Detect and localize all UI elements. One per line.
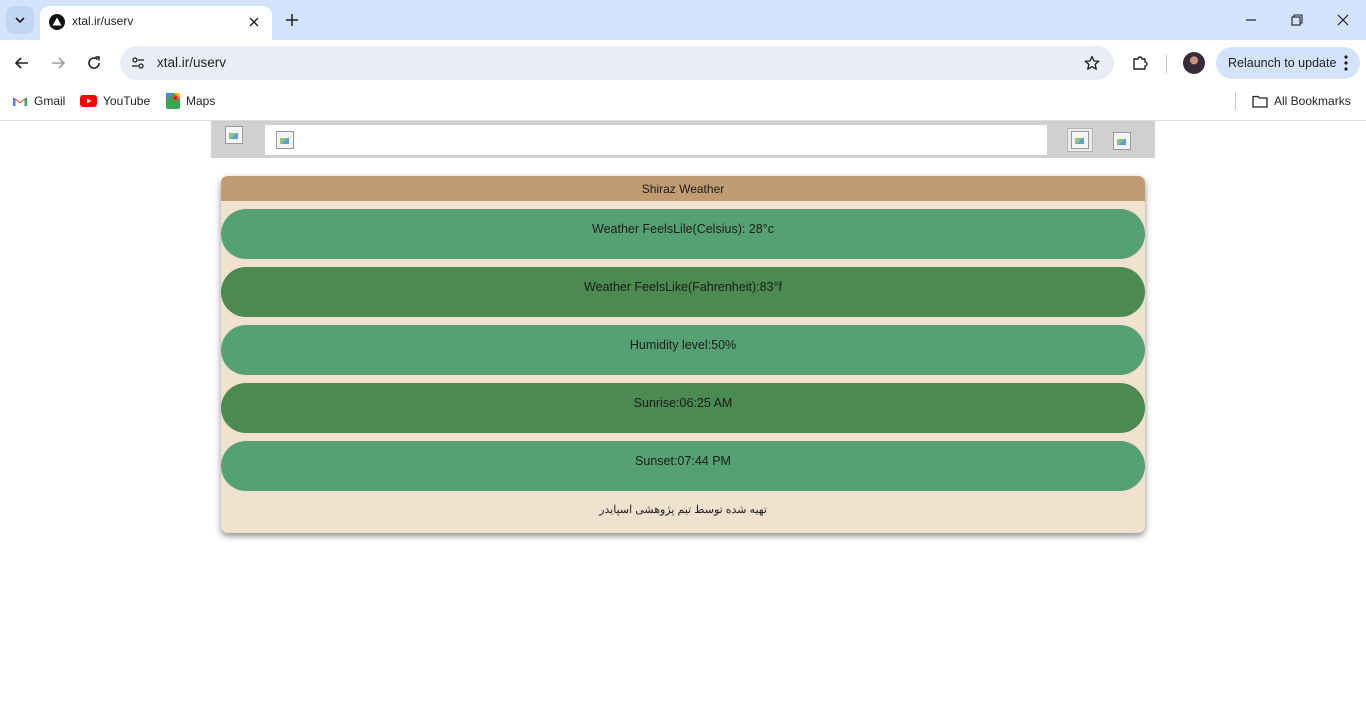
arrow-left-icon [14, 57, 28, 69]
toolbar-divider [1166, 55, 1167, 73]
weather-card-title: Shiraz Weather [221, 176, 1145, 201]
tab-strip: xtal.ir/userv [0, 0, 1366, 40]
tab-search-button[interactable] [6, 6, 34, 34]
close-icon [249, 17, 259, 27]
page-content: Shiraz Weather Weather FeelsLile(Celsius… [0, 121, 1366, 721]
site-header-button-1[interactable] [1067, 128, 1093, 152]
broken-image-icon [276, 131, 294, 149]
weather-row-sunset: Sunset:07:44 PM [221, 441, 1145, 491]
bookmark-gmail-label: Gmail [34, 94, 66, 108]
bookmark-youtube[interactable]: YouTube [80, 92, 150, 110]
arrow-right-icon [52, 57, 66, 69]
new-tab-button[interactable] [280, 8, 304, 32]
site-header-button-2[interactable] [1110, 128, 1136, 152]
more-menu-icon[interactable] [1342, 54, 1350, 72]
active-tab[interactable]: xtal.ir/userv [40, 6, 272, 40]
star-icon [1084, 55, 1100, 70]
close-icon [1337, 14, 1349, 26]
plus-icon [286, 14, 298, 26]
all-bookmarks-button[interactable]: All Bookmarks [1252, 92, 1351, 110]
minimize-icon [1246, 19, 1256, 21]
youtube-icon [80, 95, 97, 107]
bookmarks-bar: Gmail YouTube Maps All Bookmarks [0, 86, 1366, 116]
weather-row-sunrise: Sunrise:06:25 AM [221, 383, 1145, 433]
site-logo[interactable] [225, 126, 247, 144]
site-top-bar [211, 121, 1155, 158]
broken-image-icon [225, 126, 243, 144]
maps-icon [166, 93, 180, 109]
weather-row-humidity: Humidity level:50% [221, 325, 1145, 375]
address-bar[interactable]: xtal.ir/userv [120, 46, 1114, 80]
address-url[interactable]: xtal.ir/userv [157, 55, 226, 70]
weather-row-feelslike-celsius: Weather FeelsLile(Celsius): 28°c [221, 209, 1145, 259]
close-window-button[interactable] [1320, 6, 1366, 34]
site-favicon-icon [49, 14, 65, 30]
extensions-button[interactable] [1128, 51, 1152, 75]
weather-card: Shiraz Weather Weather FeelsLile(Celsius… [221, 176, 1145, 533]
broken-image-icon [1071, 131, 1089, 149]
bookmark-maps[interactable]: Maps [166, 92, 215, 110]
profile-avatar[interactable] [1183, 52, 1205, 74]
broken-image-icon [1113, 132, 1131, 150]
minimize-button[interactable] [1228, 6, 1274, 34]
bookmarks-divider [1235, 92, 1236, 110]
tab-title: xtal.ir/userv [72, 14, 134, 28]
tab-close-button[interactable] [244, 12, 264, 32]
bookmark-youtube-label: YouTube [103, 94, 151, 108]
relaunch-button[interactable]: Relaunch to update [1216, 47, 1360, 79]
weather-row-feelslike-fahrenheit: Weather FeelsLike(Fahrenheit):83°f [221, 267, 1145, 317]
relaunch-label: Relaunch to update [1228, 56, 1337, 70]
puzzle-icon [1133, 56, 1148, 70]
forward-button[interactable] [43, 48, 73, 78]
restore-icon [1291, 14, 1303, 26]
gmail-icon [12, 95, 28, 107]
all-bookmarks-label: All Bookmarks [1274, 94, 1351, 108]
bookmark-star-button[interactable] [1082, 53, 1102, 73]
back-button[interactable] [7, 48, 37, 78]
browser-toolbar: xtal.ir/userv Relaunch to update [0, 40, 1366, 86]
reload-button[interactable] [79, 48, 109, 78]
tune-icon [132, 57, 144, 69]
bookmark-gmail[interactable]: Gmail [12, 92, 65, 110]
bookmark-maps-label: Maps [186, 94, 216, 108]
chevron-down-icon [15, 17, 25, 24]
folder-icon [1252, 95, 1268, 108]
restore-button[interactable] [1274, 6, 1320, 34]
site-search-input[interactable] [265, 125, 1047, 155]
weather-card-footer: تهیه شده توسط تیم پژوهشی اسپایدر [599, 504, 767, 516]
site-info-button[interactable] [128, 53, 148, 73]
reload-icon [88, 56, 100, 69]
